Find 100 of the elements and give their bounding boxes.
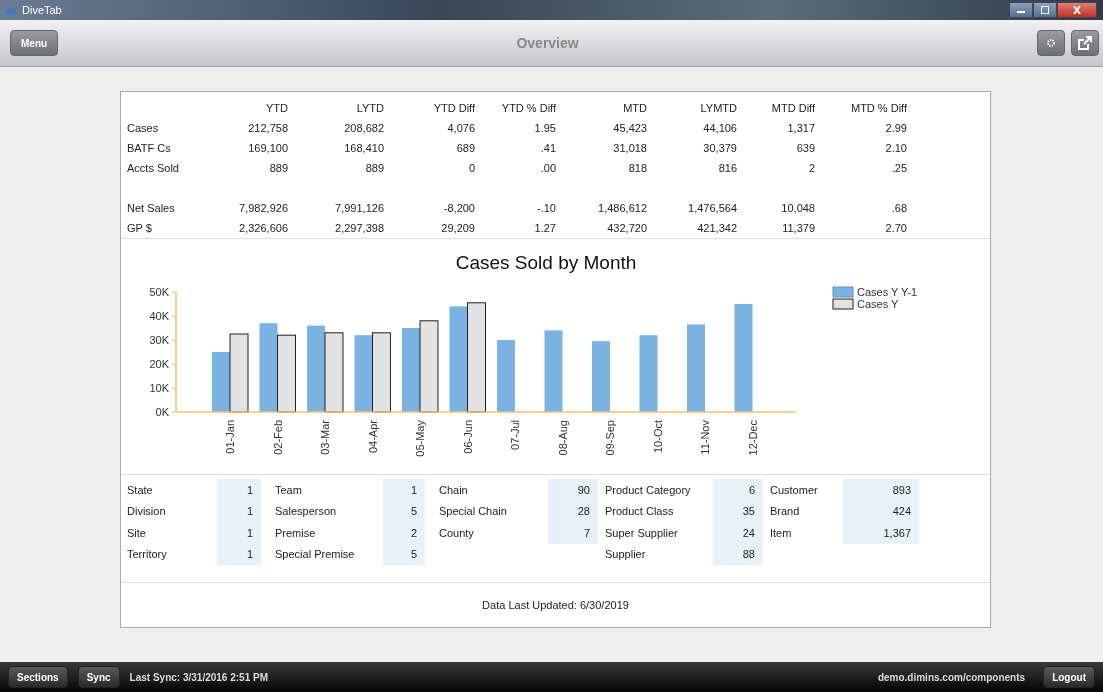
count-label: Special Premise [275,547,356,563]
close-icon [1072,6,1082,14]
count-value: 7 [548,522,598,544]
table-cell-text: 7,991,126 [334,202,384,214]
bar [212,352,230,412]
last-updated-text: Data Last Updated: 6/30/2019 [481,598,630,613]
table-cell-text: 2,297,398 [334,222,384,234]
count-label: State [127,482,154,498]
count-value: 88 [713,543,763,565]
count-value: 5 [383,500,425,522]
table-cell-text: 1,476,564 [687,202,737,214]
y-tick-label: 30K [149,334,169,346]
legend-swatch [832,298,854,310]
count-value: 35 [713,500,763,522]
table-cell-text: 432,720 [606,222,647,234]
table-cell-text: 816 [717,162,737,174]
maximize-button[interactable] [1033,2,1057,18]
row-label: Net Sales [127,202,176,214]
bar [497,340,515,412]
y-tick-label: 10K [149,382,169,394]
x-tick-label: 03-Mar [319,420,331,455]
x-tick-label: 02-Feb [271,420,284,455]
count-value: 424 [843,500,919,522]
column-header: YTD Diff [432,102,475,114]
table-cell-text: 169,100 [247,142,288,154]
table-cell-text: 2.10 [884,142,907,154]
row-label: Accts Sold [127,162,180,174]
table-cell-text: .00 [539,162,556,174]
table-cell-text: 2,326,606 [238,222,288,234]
count-value: 1 [217,522,261,544]
count-label: Special Chain [439,504,508,520]
share-button[interactable] [1071,30,1099,56]
table-cell-text: 1.95 [533,122,556,134]
last-sync-text: Last Sync: 3/31/2016 2:51 PM [129,671,268,683]
x-tick-label: 04-Apr [366,420,379,454]
table-cell-text: 45,423 [612,122,647,134]
table-cell-text: -.10 [536,202,556,214]
count-label: Brand [770,504,801,520]
x-tick-label: 06-Jun [461,420,474,454]
table-cell-text: .25 [890,162,907,174]
column-header: LYTD [355,102,384,114]
count-value: 90 [548,479,598,501]
count-value: 1,367 [843,522,919,544]
table-cell-text: 1,486,612 [597,202,647,214]
row-label: BATF Cs [127,142,172,154]
maximize-icon [1040,6,1050,14]
table-cell-text: 2.99 [884,122,907,134]
menu-button[interactable]: Menu [10,30,59,56]
y-tick-label: 50K [149,286,169,298]
count-label: Product Category [605,482,692,498]
table-cell-text: -8,200 [442,202,475,214]
table-cell-text: 1,317 [786,122,815,134]
count-value: 2 [383,522,425,544]
share-icon [1077,35,1093,51]
table-cell-text: 889 [268,162,288,174]
count-value: 1 [383,479,425,501]
count-value: 5 [383,543,425,565]
table-cell-text: .68 [890,202,907,214]
column-header: MTD % Diff [849,102,907,114]
table-cell-text: 421,342 [696,222,737,234]
table-cell-text: 2 [807,162,815,174]
settings-button[interactable] [1037,30,1065,56]
count-label: Chain [439,482,469,498]
x-tick-label: 12-Dec [746,420,759,456]
legend-label: Cases Y [857,298,899,310]
y-tick-label: 20K [149,358,169,370]
count-label: Salesperson [275,504,338,520]
count-value: 1 [217,543,261,565]
x-tick-label: 10-Oct [651,420,664,453]
table-cell-text: 10,048 [780,202,815,214]
sync-button[interactable]: Sync [77,666,120,688]
close-button[interactable] [1057,2,1097,18]
minimize-button[interactable] [1009,2,1033,18]
chart-title: Cases Sold by Month [455,252,637,273]
x-tick-label: 11-Nov [699,420,711,455]
count-label: Super Supplier [605,525,679,541]
sections-button[interactable]: Sections [8,666,68,688]
row-label: GP $ [127,222,153,234]
count-label: Supplier [605,547,647,563]
bar [592,341,610,412]
table-cell-text: 818 [627,162,647,174]
count-value: 28 [548,500,598,522]
table-cell-text: 208,682 [343,122,384,134]
count-label: Division [127,504,167,520]
logout-button[interactable]: Logout [1043,666,1095,688]
table-cell-text: 212,758 [247,122,288,134]
gear-icon [1046,38,1056,48]
table-cell-text: 0 [467,162,475,174]
table-cell-text: 689 [455,142,475,154]
table-cell-text: 29,209 [440,222,475,234]
x-tick-label: 05-May [414,420,426,457]
count-label: Premise [275,525,317,541]
table-cell-text: 1.27 [533,222,556,234]
server-url: demo.dimins.com/components [877,671,1026,683]
y-tick-label: 40K [149,310,169,322]
x-tick-label: 07-Jul [509,420,521,450]
count-value: 1 [217,479,261,501]
count-value: 24 [713,522,763,544]
x-tick-label: 01-Jan [224,420,236,454]
table-cell-text: 889 [364,162,384,174]
